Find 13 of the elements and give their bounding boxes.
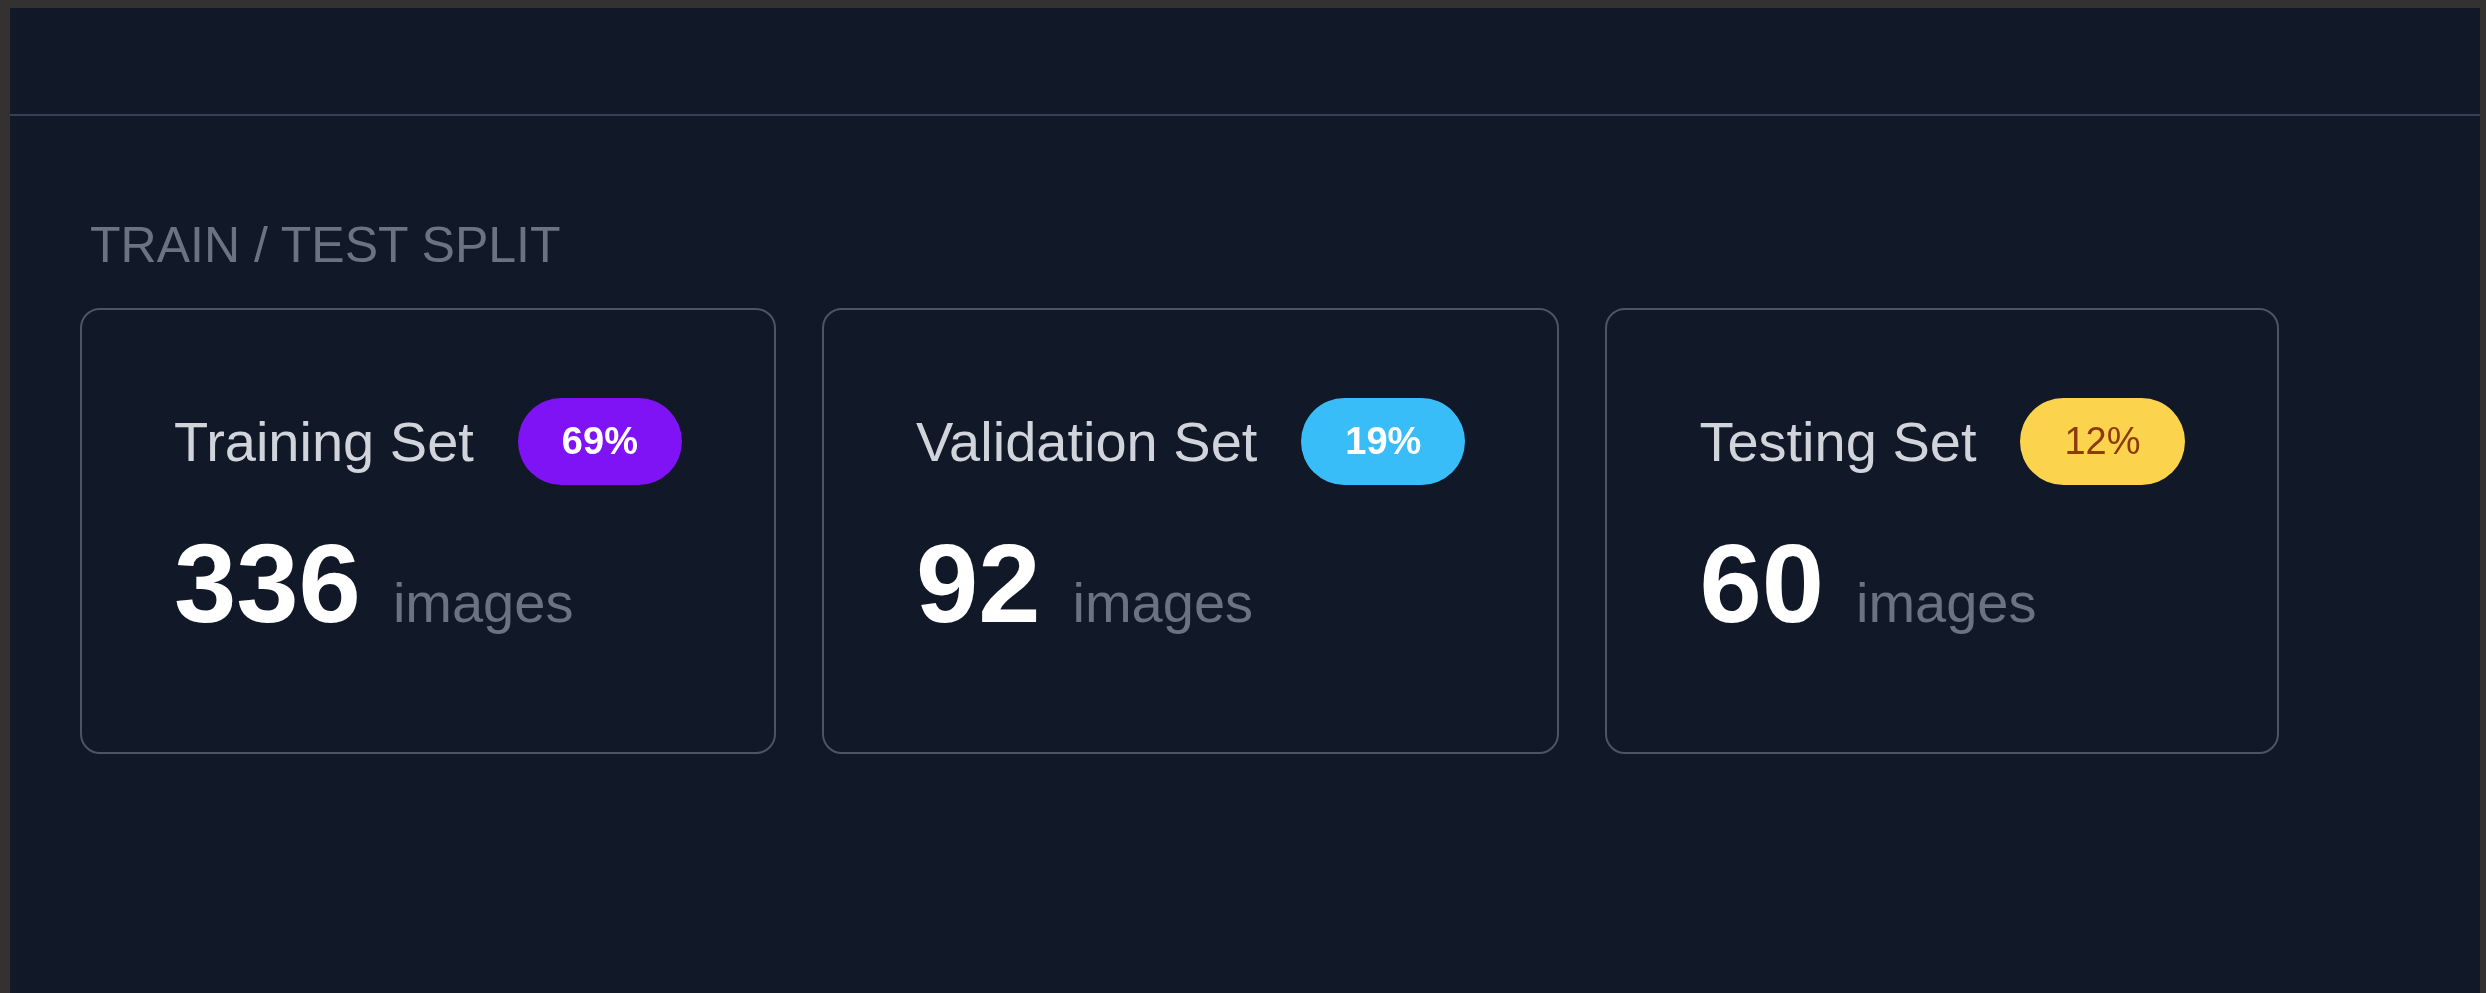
percent-badge: 12% (2020, 398, 2185, 485)
set-title: Training Set (174, 409, 474, 474)
section-heading: TRAIN / TEST SPLIT (90, 216, 562, 274)
set-title: Testing Set (1699, 409, 1977, 474)
count-unit: images (1856, 570, 2037, 635)
image-count: 92 (915, 520, 1041, 648)
count-unit: images (392, 570, 574, 635)
image-count: 336 (174, 520, 361, 648)
image-count: 60 (1699, 520, 1824, 648)
set-title: Validation Set (915, 409, 1258, 474)
percent-badge: 19% (1301, 398, 1466, 485)
percent-badge: 69% (517, 398, 682, 485)
count-unit: images (1072, 570, 1254, 635)
